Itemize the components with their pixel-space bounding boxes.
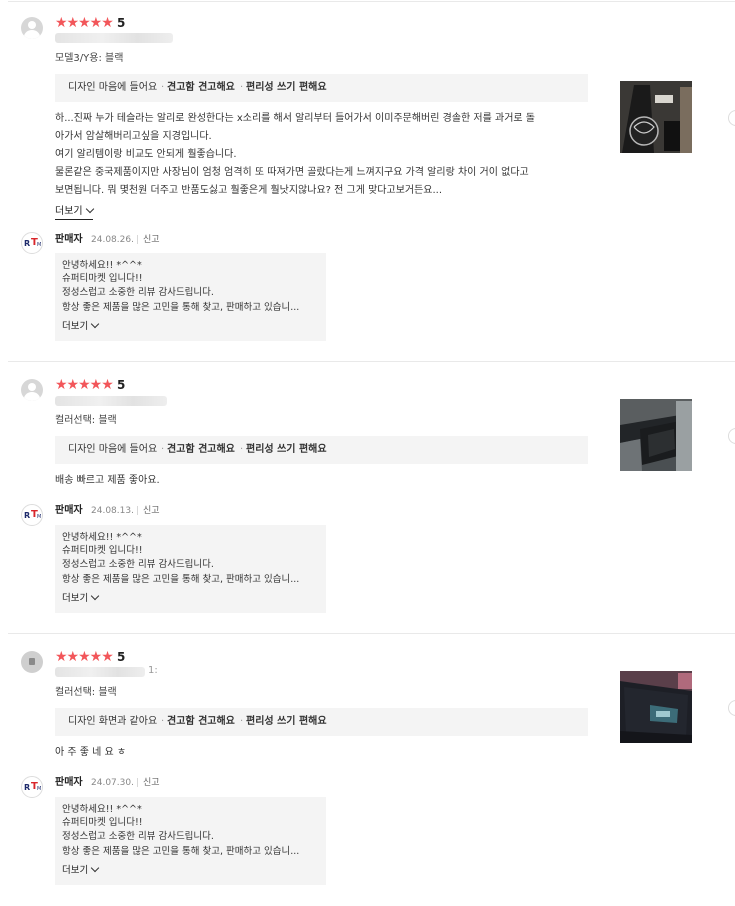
review-photo[interactable]	[620, 671, 692, 743]
review-date-fragment: 1:	[148, 665, 158, 676]
reply-date: 24.08.26.	[91, 235, 134, 245]
reply-line: 안녕하세요!! *^^*	[62, 804, 142, 815]
seller-name: 판매자	[55, 777, 83, 788]
reply-line: 항상 좋은 제품을 많은 고민을 통해 찾고, 판매하고 있습니...	[62, 302, 300, 313]
reply-line: 항상 좋은 제품을 많은 고민을 통해 찾고, 판매하고 있습니...	[62, 846, 300, 857]
review-tags: 디자인 마음에 들어요 · 견고함 견고해요 · 편리성 쓰기 편해요	[55, 74, 588, 102]
chevron-down-icon	[90, 591, 100, 601]
review-line: 보면됩니다. 뭐 몇천원 더주고 반품도싫고 훨좋은게 훨낫지않나요? 전 그게…	[55, 185, 443, 196]
reply-line: 정성스럽고 소중한 리뷰 감사드립니다.	[62, 287, 214, 298]
tag-build: 견고함 견고해요	[167, 716, 235, 727]
report-link[interactable]: 신고	[143, 233, 160, 247]
divider	[8, 1, 735, 2]
star-rating: ★★★★★	[55, 377, 114, 393]
report-link[interactable]: 신고	[143, 504, 160, 518]
report-link[interactable]: 신고	[143, 776, 160, 790]
seller-reply-box: 안녕하세요!! *^^* 슈퍼티마켓 입니다!! 정성스럽고 소중한 리뷰 감사…	[55, 525, 326, 613]
seller-logo: RTM	[21, 232, 43, 254]
rating-score: 5	[117, 16, 126, 30]
reply-more-button[interactable]: 더보기	[62, 863, 100, 877]
reply-line: 정성스럽고 소중한 리뷰 감사드립니다.	[62, 831, 214, 842]
tag-convenience: 편리성 쓰기 편해요	[246, 82, 327, 93]
tag-build: 견고함 견고해요	[167, 82, 235, 93]
more-label: 더보기	[55, 206, 83, 217]
chevron-down-icon	[90, 863, 100, 873]
review-line: 배송 빠르고 제품 좋아요.	[55, 475, 160, 486]
seller-logo: RTM	[21, 504, 43, 526]
divider	[8, 633, 735, 634]
carousel-next-button[interactable]	[728, 428, 735, 444]
rating-score: 5	[117, 378, 126, 392]
tag-design: 디자인 마음에 들어요	[68, 444, 158, 455]
review-line: 물론같은 중국제품이지만 사장님이 엄청 엄격히 또 따져가면 골랐다는게 느껴…	[55, 167, 529, 178]
review-line: 여기 알리템이랑 비교도 안되게 훨좋습니다.	[55, 149, 237, 160]
seller-name: 판매자	[55, 505, 83, 516]
tag-convenience: 편리성 쓰기 편해요	[246, 716, 327, 727]
review-body: 하...진짜 누가 테슬라는 알리로 완성한다는 x소리를 해서 알리부터 들어…	[55, 110, 595, 200]
product-option: 모델3/Y용: 블랙	[55, 53, 124, 64]
reply-date: 24.07.30.	[91, 778, 134, 788]
avatar	[21, 651, 43, 673]
seller-reply-box: 안녕하세요!! *^^* 슈퍼티마켓 입니다!! 정성스럽고 소중한 리뷰 감사…	[55, 797, 326, 885]
more-label: 더보기	[62, 593, 89, 604]
reviewer-id-blurred	[55, 33, 173, 43]
reply-line: 슈퍼티마켓 입니다!!	[62, 273, 143, 284]
review-photo[interactable]	[620, 399, 692, 471]
reviewer-id-blurred	[55, 396, 167, 406]
review-tags: 디자인 마음에 들어요 · 견고함 견고해요 · 편리성 쓰기 편해요	[55, 436, 588, 464]
tag-convenience: 편리성 쓰기 편해요	[246, 444, 327, 455]
reply-more-button[interactable]: 더보기	[62, 319, 100, 333]
more-label: 더보기	[62, 321, 89, 332]
seller-name: 판매자	[55, 234, 83, 245]
reply-line: 정성스럽고 소중한 리뷰 감사드립니다.	[62, 559, 214, 570]
reviewer-id-blurred	[55, 667, 145, 677]
carousel-next-button[interactable]	[728, 110, 735, 126]
review-line: 아 주 좋 네 요 ㅎ	[55, 747, 127, 758]
tag-design: 디자인 마음에 들어요	[68, 82, 158, 93]
star-rating: ★★★★★	[55, 649, 114, 665]
review-photo[interactable]	[620, 81, 692, 153]
reply-line: 안녕하세요!! *^^*	[62, 532, 142, 543]
review-line: 아가서 암살해버리고싶을 지경입니다.	[55, 131, 212, 142]
review-more-button[interactable]: 더보기	[55, 204, 94, 220]
avatar	[21, 379, 43, 401]
chevron-down-icon	[85, 204, 94, 214]
product-option: 컬러선택: 블랙	[55, 415, 117, 426]
carousel-next-button[interactable]	[728, 700, 735, 716]
seller-reply-box: 안녕하세요!! *^^* 슈퍼티마켓 입니다!! 정성스럽고 소중한 리뷰 감사…	[55, 253, 326, 341]
rating-score: 5	[117, 650, 126, 664]
review-body: 아 주 좋 네 요 ㅎ	[55, 744, 595, 762]
star-rating: ★★★★★	[55, 15, 114, 31]
review-tags: 디자인 화면과 같아요 · 견고함 견고해요 · 편리성 쓰기 편해요	[55, 708, 588, 736]
review-body: 배송 빠르고 제품 좋아요.	[55, 472, 595, 490]
avatar	[21, 17, 43, 39]
tag-design: 디자인 화면과 같아요	[68, 716, 158, 727]
reply-line: 슈퍼티마켓 입니다!!	[62, 817, 143, 828]
tag-build: 견고함 견고해요	[167, 444, 235, 455]
more-label: 더보기	[62, 865, 89, 876]
product-option: 컬러선택: 블랙	[55, 687, 117, 698]
seller-logo: RTM	[21, 776, 43, 798]
reply-line: 항상 좋은 제품을 많은 고민을 통해 찾고, 판매하고 있습니...	[62, 574, 300, 585]
divider	[8, 361, 735, 362]
reply-line: 안녕하세요!! *^^*	[62, 260, 142, 271]
reply-line: 슈퍼티마켓 입니다!!	[62, 545, 143, 556]
reply-more-button[interactable]: 더보기	[62, 591, 100, 605]
chevron-down-icon	[90, 319, 100, 329]
reply-date: 24.08.13.	[91, 506, 134, 516]
review-line: 하...진짜 누가 테슬라는 알리로 완성한다는 x소리를 해서 알리부터 들어…	[55, 113, 535, 124]
